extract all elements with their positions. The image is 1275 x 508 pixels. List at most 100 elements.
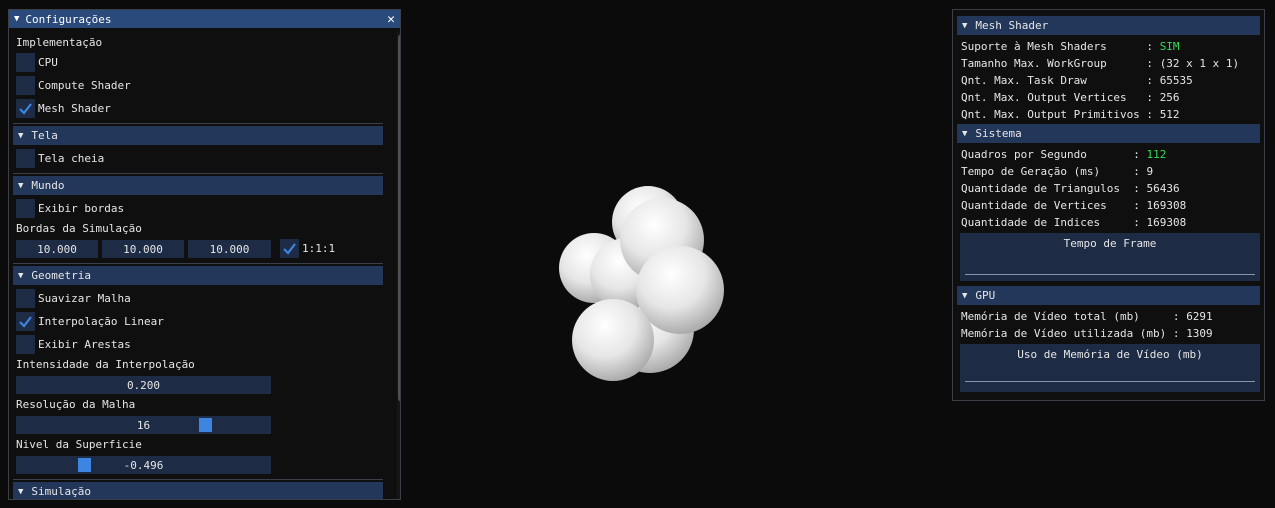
ratio-label: 1:1:1 (302, 242, 336, 255)
collapse-arrow-icon: ▼ (18, 130, 24, 141)
fullscreen-checkbox[interactable] (16, 149, 35, 168)
cpu-checkbox[interactable] (16, 53, 35, 72)
stat-row: Tempo de Geração (ms) : 9 (961, 165, 1153, 178)
stat-separator: : (1139, 40, 1160, 53)
bounds-label: Bordas da Simulação (16, 222, 142, 235)
simulacao-header[interactable]: ▼ Simulação (13, 482, 383, 499)
collapse-arrow-icon[interactable]: ▼ (14, 14, 19, 24)
mundo-header[interactable]: ▼ Mundo (13, 176, 383, 195)
stat-value: 56436 (1146, 182, 1180, 195)
separator (13, 173, 383, 174)
surface-level-value: -0.496 (123, 458, 164, 472)
slider-grab[interactable] (199, 418, 212, 432)
mesh-shader-checkbox[interactable] (16, 99, 35, 118)
stats-window[interactable]: ▼ Mesh Shader Suporte à Mesh Shaders : S… (952, 9, 1265, 401)
resolution-label: Resolução da Malha (16, 398, 136, 411)
fullscreen-label: Tela cheia (38, 152, 105, 165)
collapse-arrow-icon: ▼ (18, 180, 24, 191)
stat-separator: : (1126, 165, 1147, 178)
surface-level-label: Nivel da Superficie (16, 438, 142, 451)
metaball-mesh-render (559, 186, 724, 381)
bounds-x-input[interactable]: 10.000 (16, 240, 98, 258)
linear-interp-checkbox[interactable] (16, 312, 35, 331)
bounds-y-input[interactable]: 10.000 (102, 240, 184, 258)
stat-value: 9 (1146, 165, 1154, 178)
show-borders-label: Exibir bordas (38, 202, 125, 215)
stat-row: Qnt. Max. Task Draw : 65535 (961, 74, 1193, 87)
stat-separator: : (1126, 199, 1147, 212)
stat-separator: : (1126, 182, 1147, 195)
intensity-value: 0.200 (126, 378, 161, 392)
sistema-header[interactable]: ▼ Sistema (957, 124, 1260, 143)
frame-time-plot-line (965, 274, 1255, 275)
slider-grab[interactable] (78, 458, 91, 472)
stat-row: Quantidade de Vertices : 169308 (961, 199, 1186, 212)
checkmark-icon (19, 103, 32, 115)
close-icon[interactable]: ✕ (387, 12, 395, 27)
compute-shader-checkbox[interactable] (16, 76, 35, 95)
stat-separator: : (1139, 74, 1160, 87)
stat-label: Qnt. Max. Task Draw (961, 74, 1140, 87)
mesh-shader-label: Mesh Shader (38, 102, 111, 115)
stat-label: Suporte à Mesh Shaders (961, 40, 1140, 53)
frame-time-plot-title: Tempo de Frame (1063, 237, 1157, 250)
stat-separator: : (1166, 310, 1187, 323)
surface-level-slider[interactable]: -0.496 (16, 456, 271, 474)
gpu-header[interactable]: ▼ GPU (957, 286, 1260, 305)
stat-value: 65535 (1159, 74, 1193, 87)
geometria-header[interactable]: ▼ Geometria (13, 266, 383, 285)
checkmark-icon (283, 243, 296, 255)
ratio-checkbox[interactable] (280, 239, 299, 258)
stat-separator: : (1139, 91, 1160, 104)
tela-header[interactable]: ▼ Tela (13, 126, 383, 145)
compute-shader-label: Compute Shader (38, 79, 131, 92)
stat-separator: : (1139, 57, 1160, 70)
intensity-label: Intensidade da Interpolação (16, 358, 195, 371)
simulacao-header-label: Simulação (31, 485, 92, 498)
config-titlebar[interactable]: ▼ Configurações ✕ (9, 10, 400, 28)
resolution-slider[interactable]: 16 (16, 416, 271, 434)
stat-row: Memória de Vídeo utilizada (mb) : 1309 (961, 327, 1213, 340)
video-memory-plot[interactable]: Uso de Memória de Vídeo (mb) (960, 344, 1260, 392)
video-memory-plot-line (965, 381, 1255, 382)
mesh-shader-header[interactable]: ▼ Mesh Shader (957, 16, 1260, 35)
separator (13, 123, 383, 124)
stat-value: 512 (1159, 108, 1180, 121)
checkmark-icon (19, 316, 32, 328)
smooth-mesh-checkbox[interactable] (16, 289, 35, 308)
collapse-arrow-icon: ▼ (962, 290, 968, 301)
stat-value: (32 x 1 x 1) (1159, 57, 1240, 70)
stat-label: Tamanho Max. WorkGroup (961, 57, 1140, 70)
mesh-shader-header-label: Mesh Shader (975, 19, 1049, 32)
collapse-arrow-icon: ▼ (18, 270, 24, 281)
bounds-z-input[interactable]: 10.000 (188, 240, 271, 258)
config-title: Configurações (25, 12, 112, 26)
stat-row: Qnt. Max. Output Primitivos : 512 (961, 108, 1180, 121)
show-borders-checkbox[interactable] (16, 199, 35, 218)
stat-row: Quadros por Segundo : 112 (961, 148, 1166, 161)
stat-value: 169308 (1146, 216, 1187, 229)
stat-label: Quantidade de Triangulos (961, 182, 1127, 195)
stat-label: Quantidade de Vertices (961, 199, 1127, 212)
stat-value: 256 (1159, 91, 1180, 104)
mundo-header-label: Mundo (31, 179, 65, 192)
stat-separator: : (1139, 108, 1160, 121)
intensity-drag-input[interactable]: 0.200 (16, 376, 271, 394)
scrollbar-thumb[interactable] (398, 34, 400, 402)
stat-label: Tempo de Geração (ms) (961, 165, 1127, 178)
show-edges-checkbox[interactable] (16, 335, 35, 354)
stat-value: SIM (1159, 40, 1180, 53)
video-memory-plot-title: Uso de Memória de Vídeo (mb) (1017, 348, 1203, 361)
stat-row: Quantidade de Indices : 169308 (961, 216, 1186, 229)
stat-label: Qnt. Max. Output Vertices (961, 91, 1140, 104)
stat-row: Memória de Vídeo total (mb) : 6291 (961, 310, 1213, 323)
implementation-label: Implementação (16, 36, 103, 49)
config-window[interactable]: ▼ Configurações ✕ Implementação CPU Comp… (8, 9, 401, 500)
tela-header-label: Tela (31, 129, 58, 142)
stat-value: 1309 (1186, 327, 1213, 340)
frame-time-plot[interactable]: Tempo de Frame (960, 233, 1260, 281)
collapse-arrow-icon: ▼ (18, 486, 24, 497)
stat-row: Quantidade de Triangulos : 56436 (961, 182, 1180, 195)
stat-value: 112 (1146, 148, 1167, 161)
scrollbar[interactable] (397, 31, 400, 499)
